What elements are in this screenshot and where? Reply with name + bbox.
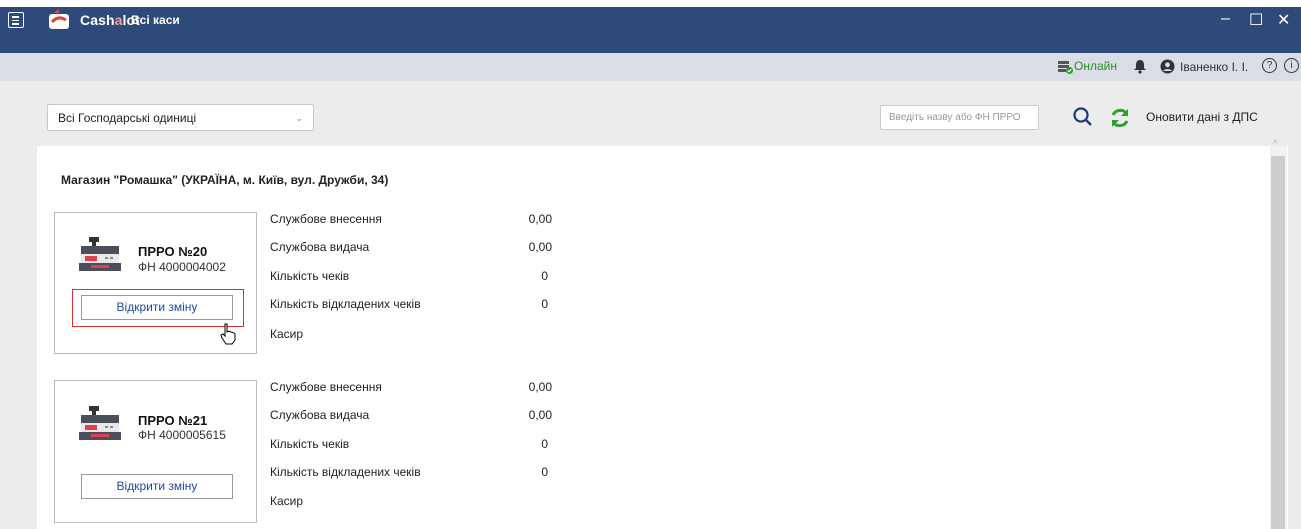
- cash-register-icon: [79, 406, 121, 440]
- shop-title: Магазин "Ромашка" (УКРАЇНА, м. Київ, вул…: [61, 173, 389, 187]
- open-shift-button[interactable]: Відкрити зміну: [81, 474, 233, 499]
- hamburger-menu-icon[interactable]: [8, 12, 24, 28]
- help-icon[interactable]: ?: [1262, 58, 1277, 73]
- stat-label: Службова видача: [270, 408, 370, 422]
- search-input[interactable]: Введіть назву або ФН ПРРО: [880, 105, 1039, 130]
- toolbar: Всі Господарські одиниці ⌄ Введіть назву…: [37, 100, 1284, 136]
- maximize-button[interactable]: ☐: [1249, 10, 1263, 30]
- register-fn: ФН 4000005615: [138, 428, 226, 442]
- stat-value: 0,00: [528, 408, 552, 422]
- user-name[interactable]: Іваненко І. І.: [1180, 60, 1248, 74]
- stat-label: Касир: [270, 327, 304, 341]
- register-card: ПРРО №21 ФН 4000005615 Відкрити зміну: [54, 380, 257, 523]
- hand-cursor-icon: [220, 323, 236, 345]
- register-name: ПРРО №21: [138, 413, 208, 428]
- close-button[interactable]: ✕: [1277, 10, 1290, 30]
- stat-value: 0: [541, 269, 548, 283]
- register-name: ПРРО №20: [138, 244, 208, 259]
- dropdown-value: Всі Господарські одиниці: [58, 111, 197, 125]
- refresh-from-tax-button[interactable]: Оновити дані з ДПС: [1146, 110, 1258, 124]
- status-bar: Онлайн Іваненко І. І. ? i: [0, 53, 1301, 81]
- stat-label: Службове внесення: [270, 212, 382, 226]
- stat-value: 0: [541, 465, 548, 479]
- info-icon[interactable]: i: [1284, 58, 1299, 73]
- stat-label: Кількість відкладених чеків: [270, 465, 421, 479]
- open-shift-button[interactable]: Відкрити зміну: [81, 295, 233, 320]
- chevron-down-icon: ⌄: [295, 113, 303, 123]
- business-unit-dropdown[interactable]: Всі Господарські одиниці ⌄: [47, 104, 314, 131]
- online-server-icon: [1058, 61, 1073, 74]
- register-fn: ФН 4000004002: [138, 260, 226, 274]
- stat-value: 0,00: [528, 240, 552, 254]
- stat-value: 0,00: [528, 212, 552, 226]
- stat-value: 0,00: [528, 380, 552, 394]
- refresh-icon[interactable]: [1108, 106, 1132, 130]
- top-strip: [0, 0, 1301, 7]
- stat-value: 0: [541, 297, 548, 311]
- stat-label: Кількість відкладених чеків: [270, 297, 421, 311]
- online-status: Онлайн: [1074, 59, 1117, 73]
- scroll-up-icon[interactable]: ^: [1273, 139, 1278, 150]
- window-title: Всі каси: [131, 13, 180, 27]
- minimize-button[interactable]: –: [1221, 10, 1230, 28]
- stat-label: Касир: [270, 494, 304, 508]
- stat-label: Кількість чеків: [270, 437, 350, 451]
- stat-label: Кількість чеків: [270, 269, 350, 283]
- cashalot-logo-icon: [49, 9, 69, 29]
- scrollbar-thumb[interactable]: [1271, 156, 1285, 529]
- stat-label: Службове внесення: [270, 380, 382, 394]
- cash-register-icon: [79, 237, 121, 271]
- user-avatar-icon[interactable]: [1160, 59, 1175, 74]
- search-icon[interactable]: [1072, 106, 1096, 128]
- title-bar: Cashalot Всі каси – ☐ ✕: [0, 0, 1301, 53]
- stat-value: 0: [541, 437, 548, 451]
- register-card: ПРРО №20 ФН 4000004002 Відкрити зміну: [54, 212, 257, 354]
- bell-icon[interactable]: [1133, 59, 1147, 74]
- stat-label: Службова видача: [270, 240, 370, 254]
